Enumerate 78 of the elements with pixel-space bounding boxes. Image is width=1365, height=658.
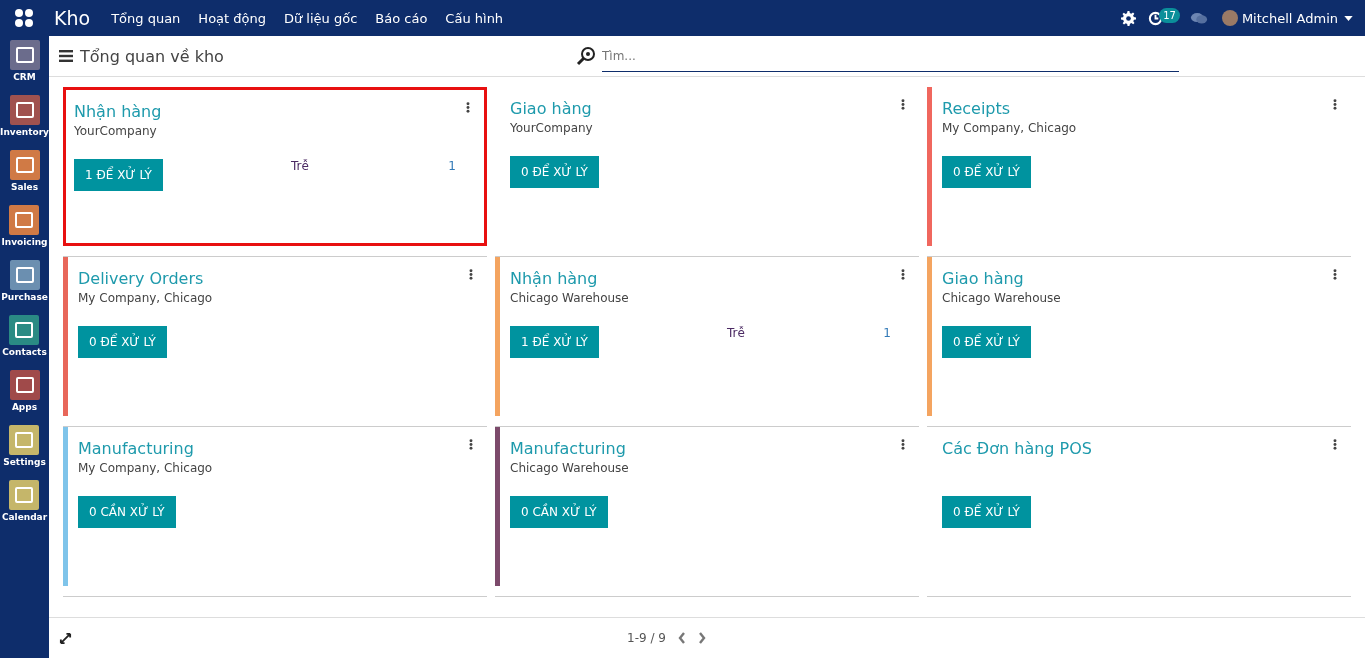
late-count[interactable]: 1 — [883, 326, 891, 340]
card-subtitle: YourCompany — [74, 124, 158, 138]
card-title[interactable]: Giao hàng — [942, 269, 1061, 288]
app-label[interactable]: Sales — [10, 182, 39, 192]
more-options-icon[interactable] — [469, 439, 473, 450]
late-count[interactable]: 1 — [448, 159, 456, 173]
user-avatar[interactable] — [1221, 10, 1238, 26]
navbar-menu-item[interactable]: Hoạt động — [198, 10, 266, 26]
card-subtitle: Chicago Warehouse — [510, 461, 629, 475]
user-menu[interactable]: Mitchell Admin — [1241, 10, 1338, 26]
app-icon[interactable] — [9, 370, 40, 400]
to-process-button[interactable]: 0 ĐỂ XỬ LÝ — [510, 156, 599, 188]
card-subtitle: My Company, Chicago — [78, 461, 213, 475]
more-options-icon[interactable] — [1333, 99, 1337, 110]
navbar-menu-item[interactable]: Báo cáo — [375, 10, 428, 26]
to-process-button[interactable]: 0 ĐỂ XỬ LÝ — [942, 156, 1031, 188]
app-icon[interactable] — [9, 40, 40, 70]
card-title[interactable]: Manufacturing — [510, 439, 629, 458]
app-name: Kho — [54, 7, 91, 29]
card-subtitle: Chicago Warehouse — [510, 291, 629, 305]
more-options-icon[interactable] — [1333, 439, 1337, 450]
more-options-icon[interactable] — [469, 269, 473, 280]
app-icon[interactable] — [9, 205, 40, 235]
expand-icon[interactable] — [59, 631, 72, 645]
app-label[interactable]: CRM — [13, 72, 36, 82]
app-icon[interactable] — [9, 95, 40, 125]
card-title[interactable]: Manufacturing — [78, 439, 213, 458]
to-process-button[interactable]: 1 ĐỂ XỬ LÝ — [510, 326, 599, 358]
app-label[interactable]: Apps — [11, 402, 38, 412]
to-process-button[interactable]: 0 ĐỂ XỬ LÝ — [78, 326, 167, 358]
chat-icon[interactable] — [1189, 10, 1208, 26]
card-title[interactable]: Delivery Orders — [78, 269, 213, 288]
app-label[interactable]: Purchase — [1, 292, 48, 302]
to-process-button[interactable]: 1 ĐỂ XỬ LÝ — [74, 159, 163, 191]
app-icon[interactable] — [9, 150, 40, 180]
card-subtitle: YourCompany — [510, 121, 593, 135]
late-label[interactable]: Trễ — [726, 326, 745, 340]
app-label[interactable]: Calendar — [1, 512, 48, 522]
navbar-menu-item[interactable]: Dữ liệu gốc — [284, 10, 358, 26]
caret-icon[interactable] — [1344, 15, 1353, 21]
activity-count-badge: 17 — [1159, 7, 1180, 23]
app-icon[interactable] — [9, 315, 40, 345]
card-title[interactable]: Nhận hàng — [74, 102, 162, 121]
app-label[interactable]: Invoicing — [1, 237, 48, 247]
menu-icon[interactable] — [59, 50, 73, 62]
settings-icon[interactable] — [1121, 10, 1137, 26]
card-subtitle: My Company, Chicago — [78, 291, 213, 305]
card-subtitle: Chicago Warehouse — [942, 291, 1061, 305]
apps-menu-icon[interactable] — [14, 8, 34, 28]
to-process-button[interactable]: 0 ĐỂ XỬ LÝ — [942, 496, 1031, 528]
more-options-icon[interactable] — [901, 439, 905, 450]
to-process-button[interactable]: 0 CẦN XỬ LÝ — [510, 496, 608, 528]
app-icon[interactable] — [9, 480, 40, 510]
app-label[interactable]: Settings — [3, 457, 46, 467]
card-title[interactable]: Các Đơn hàng POS — [942, 439, 1092, 458]
pager-range: 1-9 / 9 — [627, 631, 666, 645]
clock-icon[interactable] — [1148, 10, 1164, 26]
card-title[interactable]: Nhận hàng — [510, 269, 629, 288]
more-options-icon[interactable] — [466, 102, 470, 113]
app-icon[interactable] — [9, 260, 40, 290]
next-page-icon[interactable] — [697, 632, 706, 644]
card-subtitle: My Company, Chicago — [942, 121, 1077, 135]
to-process-button[interactable]: 0 CẦN XỬ LÝ — [78, 496, 176, 528]
page-title: Tổng quan về kho — [80, 46, 225, 66]
card-title[interactable]: Receipts — [942, 99, 1077, 118]
more-options-icon[interactable] — [901, 269, 905, 280]
previous-page-icon[interactable] — [677, 632, 686, 644]
more-options-icon[interactable] — [1333, 269, 1337, 280]
late-label[interactable]: Trễ — [290, 159, 309, 173]
app-icon[interactable] — [9, 425, 40, 455]
app-label[interactable]: Inventory — [0, 127, 49, 137]
card-title[interactable]: Giao hàng — [510, 99, 593, 118]
navbar-menu-item[interactable]: Cấu hình — [445, 10, 504, 26]
search-icon — [576, 46, 596, 66]
navbar-menu-item[interactable]: Tổng quan — [111, 10, 181, 26]
to-process-button[interactable]: 0 ĐỂ XỬ LÝ — [942, 326, 1031, 358]
more-options-icon[interactable] — [901, 99, 905, 110]
app-label[interactable]: Contacts — [2, 347, 47, 357]
